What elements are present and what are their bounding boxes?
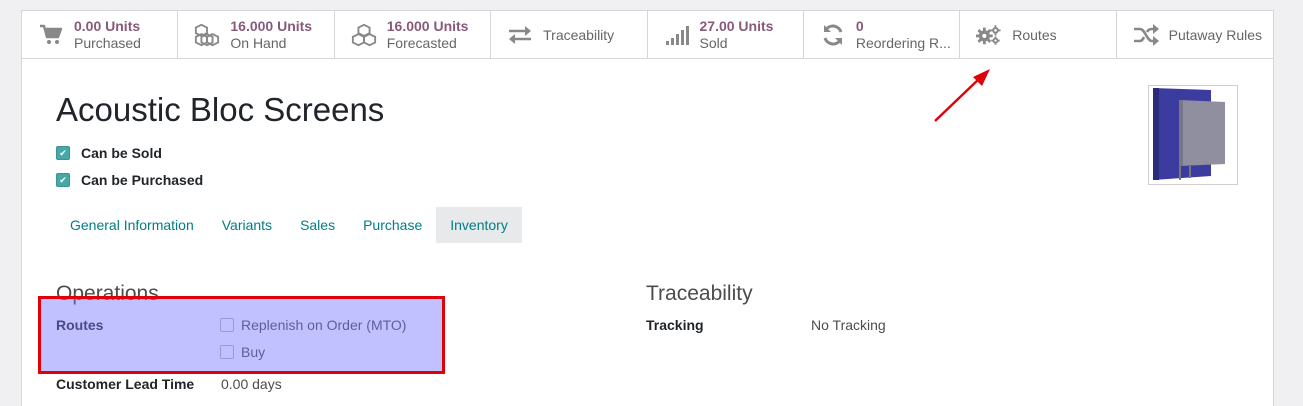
can-be-sold-label: Can be Sold [81,145,162,161]
sold-button[interactable]: 27.00 Units Sold [648,11,804,58]
notebook-tabs: General Information Variants Sales Purch… [56,207,522,243]
customer-lead-time-value[interactable]: 0.00 days [221,376,282,392]
cubes-icon [194,23,220,47]
product-image[interactable] [1148,85,1238,185]
routes-label: Routes [1012,26,1057,43]
forecasted-label: Forecasted [386,34,457,51]
forecasted-value: 16.000 Units [386,17,469,34]
annotation-arrow-icon [934,69,990,122]
sold-value: 27.00 Units [699,17,774,34]
traceability-button[interactable]: Traceability [491,11,648,58]
can-be-purchased-row[interactable]: ✔ Can be Purchased [56,172,203,188]
tab-sales[interactable]: Sales [286,207,349,243]
forecasted-button[interactable]: 16.000 Units Forecasted [335,11,492,58]
gears-icon [976,23,1002,47]
reordering-rules-button[interactable]: 0 Reordering R... [804,11,961,58]
sold-label: Sold [699,34,728,51]
annotation-highlight-box [38,296,445,374]
traceability-heading: Traceability [646,282,753,305]
routes-button[interactable]: Routes [960,11,1117,58]
purchased-button[interactable]: 0.00 Units Purchased [22,11,179,58]
on-hand-value: 16.000 Units [230,17,313,34]
tab-general-information[interactable]: General Information [56,207,208,243]
signal-bars-icon [664,23,690,47]
product-name[interactable]: Acoustic Bloc Screens [56,91,384,129]
refresh-icon [820,23,846,47]
cubes-icon [351,23,377,47]
on-hand-label: On Hand [230,34,287,51]
tracking-value[interactable]: No Tracking [811,317,886,333]
cart-icon [38,23,64,47]
smart-button-bar: 0.00 Units Purchased 16.000 Units On Hand … [22,11,1273,59]
purchased-label: Purchased [74,34,141,51]
traceability-label: Traceability [543,26,615,43]
putaway-rules-button[interactable]: Putaway Rules [1117,11,1273,58]
can-be-purchased-label: Can be Purchased [81,172,204,188]
can-be-sold-checkbox[interactable]: ✔ [56,146,70,160]
shuffle-icon [1133,23,1159,47]
reordering-value: 0 [855,17,864,34]
tab-purchase[interactable]: Purchase [349,207,436,243]
tracking-label: Tracking [646,317,704,333]
putaway-rules-label: Putaway Rules [1168,26,1263,43]
tab-inventory[interactable]: Inventory [436,207,522,243]
exchange-arrows-icon [507,23,533,47]
on-hand-button[interactable]: 16.000 Units On Hand [178,11,335,58]
customer-lead-time-label: Customer Lead Time [56,376,195,392]
purchased-value: 0.00 Units [74,17,141,34]
can-be-sold-row[interactable]: ✔ Can be Sold [56,145,162,161]
reordering-label: Reordering R... [855,34,951,51]
tab-variants[interactable]: Variants [208,207,286,243]
can-be-purchased-checkbox[interactable]: ✔ [56,173,70,187]
